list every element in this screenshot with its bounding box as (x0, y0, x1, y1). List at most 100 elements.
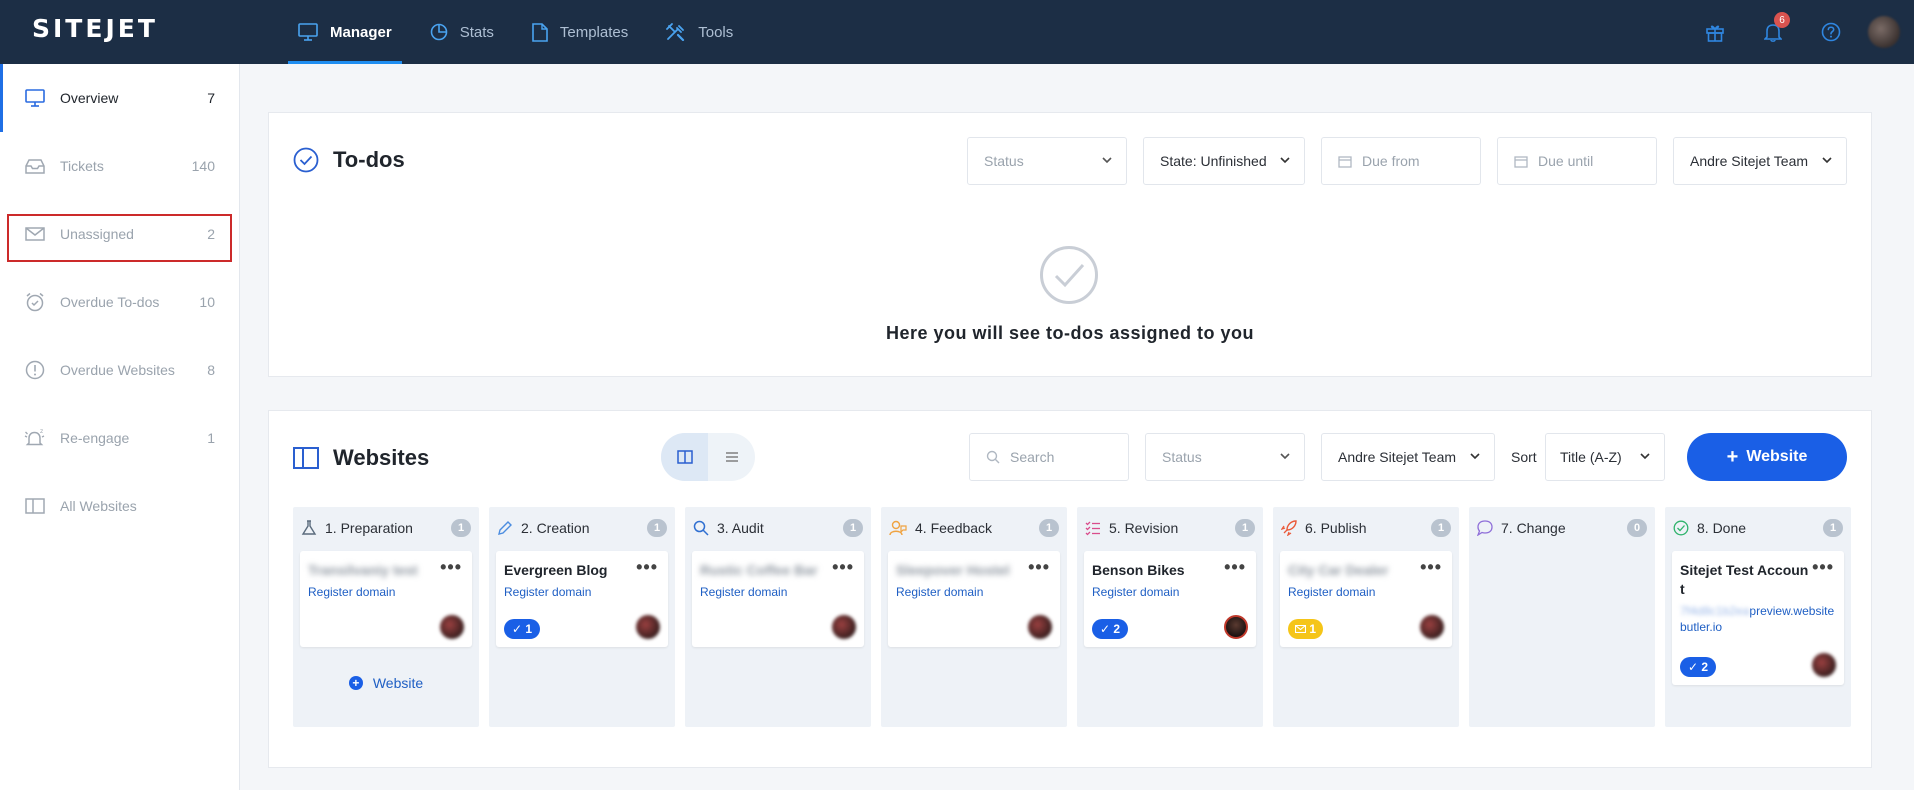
sidebar-item-label: Overdue To-dos (60, 294, 160, 310)
todos-state-value: State: Unfinished (1160, 153, 1267, 169)
message-count-pill[interactable]: 1 (1288, 619, 1324, 639)
sidebar-item-overdue-websites[interactable]: Overdue Websites 8 (0, 336, 239, 404)
register-domain-link[interactable]: Register domain (1288, 584, 1444, 600)
help-button[interactable] (1802, 0, 1860, 64)
help-icon (1821, 22, 1841, 42)
todos-state-select[interactable]: State: Unfinished (1143, 137, 1305, 185)
more-options-icon[interactable]: ••• (1420, 557, 1442, 578)
register-domain-link[interactable]: Register domain (504, 584, 660, 600)
search-placeholder: Search (1010, 449, 1055, 465)
gift-button[interactable] (1686, 0, 1744, 64)
column-count-badge: 1 (843, 519, 863, 537)
sidebar-item-overview[interactable]: Overview 7 (0, 64, 239, 132)
website-card[interactable]: Sleepover Hostel ••• Register domain (888, 551, 1060, 647)
column-name: 5. Revision (1109, 520, 1179, 536)
todos-title: To-dos (293, 147, 405, 173)
todo-count-pill[interactable]: ✓ 2 (1092, 619, 1129, 639)
website-card[interactable]: City Car Dealer ••• Register domain 1 (1280, 551, 1452, 647)
list-view-button[interactable] (708, 433, 755, 481)
register-domain-link[interactable]: Register domain (1092, 584, 1248, 600)
todos-due-until-input[interactable]: Due until (1497, 137, 1657, 185)
nav-manager[interactable]: Manager (288, 0, 402, 64)
website-card[interactable]: Sitejet Test Account ••• 7f4d8c1b2eaprev… (1672, 551, 1844, 685)
register-domain-link[interactable]: Register domain (700, 584, 856, 600)
column-add-website-button[interactable]: + Website (293, 675, 479, 691)
nav-tools-label: Tools (698, 23, 734, 41)
website-card[interactable]: Rustic Coffee Bar ••• Register domain (692, 551, 864, 647)
due-from-placeholder: Due from (1362, 153, 1420, 169)
gift-icon (1706, 25, 1724, 42)
check-circle-icon (293, 147, 319, 173)
todos-team-select[interactable]: Andre Sitejet Team (1673, 137, 1847, 185)
sidebar-item-tickets[interactable]: Tickets 140 (0, 132, 239, 200)
columns-icon (293, 447, 319, 469)
chevron-down-icon (1280, 453, 1290, 460)
alarm-clock-icon (26, 292, 44, 312)
todos-due-from-input[interactable]: Due from (1321, 137, 1481, 185)
more-options-icon[interactable]: ••• (636, 557, 658, 578)
website-card[interactable]: Transilvaniy test ••• Register domain (300, 551, 472, 647)
alert-circle-icon (25, 360, 45, 380)
register-domain-link[interactable]: Register domain (896, 584, 1052, 600)
columns-icon (25, 498, 45, 514)
sidebar-item-label: All Websites (60, 498, 137, 514)
more-options-icon[interactable]: ••• (1812, 557, 1834, 578)
pencil-icon (498, 521, 512, 535)
website-card[interactable]: Evergreen Blog ••• Register domain ✓ 1 (496, 551, 668, 647)
more-options-icon[interactable]: ••• (832, 557, 854, 578)
column-count-badge: 1 (1431, 519, 1451, 537)
nav-stats[interactable]: Stats (420, 0, 504, 64)
card-title: Sitejet Test Account (1680, 562, 1809, 597)
notifications-button[interactable]: 6 (1744, 0, 1802, 64)
envelope-icon (1295, 625, 1306, 633)
sort-select[interactable]: Title (A-Z) (1545, 433, 1665, 481)
sidebar: Overview 7 Tickets 140 Unassigned 2 Over… (0, 64, 240, 790)
more-options-icon[interactable]: ••• (1028, 557, 1050, 578)
preview-url-link[interactable]: 7f4d8c1b2eapreview.websitebutler.io (1680, 603, 1840, 635)
todos-status-select[interactable]: Status (967, 137, 1127, 185)
column-preparation: 1. Preparation 1 Transilvaniy test ••• R… (293, 507, 479, 727)
nav-tools[interactable]: Tools (656, 0, 743, 64)
add-website-label: Website (1746, 448, 1808, 465)
notification-count-badge: 6 (1774, 12, 1790, 28)
nav-templates[interactable]: Templates (522, 0, 638, 64)
empty-check-circle-icon (1040, 246, 1098, 304)
sidebar-item-label: Tickets (60, 158, 104, 174)
todo-count: 1 (525, 622, 533, 636)
sitejet-logo[interactable]: SITEJET (32, 14, 158, 43)
column-header: 1. Preparation 1 (293, 507, 479, 549)
board-view-button[interactable] (661, 433, 708, 481)
unassigned-highlight-box (7, 214, 232, 262)
column-done: 8. Done 1 Sitejet Test Account ••• 7f4d8… (1665, 507, 1851, 727)
monitor-icon (25, 89, 45, 107)
todo-count-pill[interactable]: ✓ 1 (504, 619, 541, 639)
assignee-avatar (1224, 615, 1248, 639)
website-search-input[interactable]: Search (969, 433, 1129, 481)
todo-count-pill[interactable]: ✓ 2 (1680, 657, 1717, 677)
register-domain-link[interactable]: Register domain (308, 584, 464, 600)
chevron-down-icon (1470, 453, 1480, 460)
message-count: 1 (1309, 622, 1317, 636)
websites-status-select[interactable]: Status (1145, 433, 1305, 481)
column-header: 7. Change 0 (1469, 507, 1655, 549)
user-avatar[interactable] (1868, 16, 1900, 48)
websites-team-select[interactable]: Andre Sitejet Team (1321, 433, 1495, 481)
check-icon: ✓ (512, 622, 523, 636)
todo-count: 2 (1113, 622, 1121, 636)
calendar-icon (1514, 155, 1528, 168)
more-options-icon[interactable]: ••• (440, 557, 462, 578)
view-toggle (661, 433, 755, 481)
sidebar-item-overdue-todos[interactable]: Overdue To-dos 10 (0, 268, 239, 336)
assignee-avatar (1028, 615, 1052, 639)
sidebar-item-all-websites[interactable]: All Websites (0, 472, 239, 540)
add-website-button[interactable]: + Website (1687, 433, 1847, 481)
chevron-down-icon (1822, 157, 1832, 164)
top-right-icons: 6 (1686, 0, 1914, 64)
top-navigation-bar: SITEJET Manager Stats Templates Tools 6 (0, 0, 1914, 64)
sidebar-item-re-engage[interactable]: z Re-engage 1 (0, 404, 239, 472)
website-card[interactable]: Benson Bikes ••• Register domain ✓ 2 (1084, 551, 1256, 647)
assignee-avatar (1420, 615, 1444, 639)
more-options-icon[interactable]: ••• (1224, 557, 1246, 578)
column-name: 8. Done (1697, 520, 1747, 536)
card-title: City Car Dealer (1288, 562, 1389, 578)
